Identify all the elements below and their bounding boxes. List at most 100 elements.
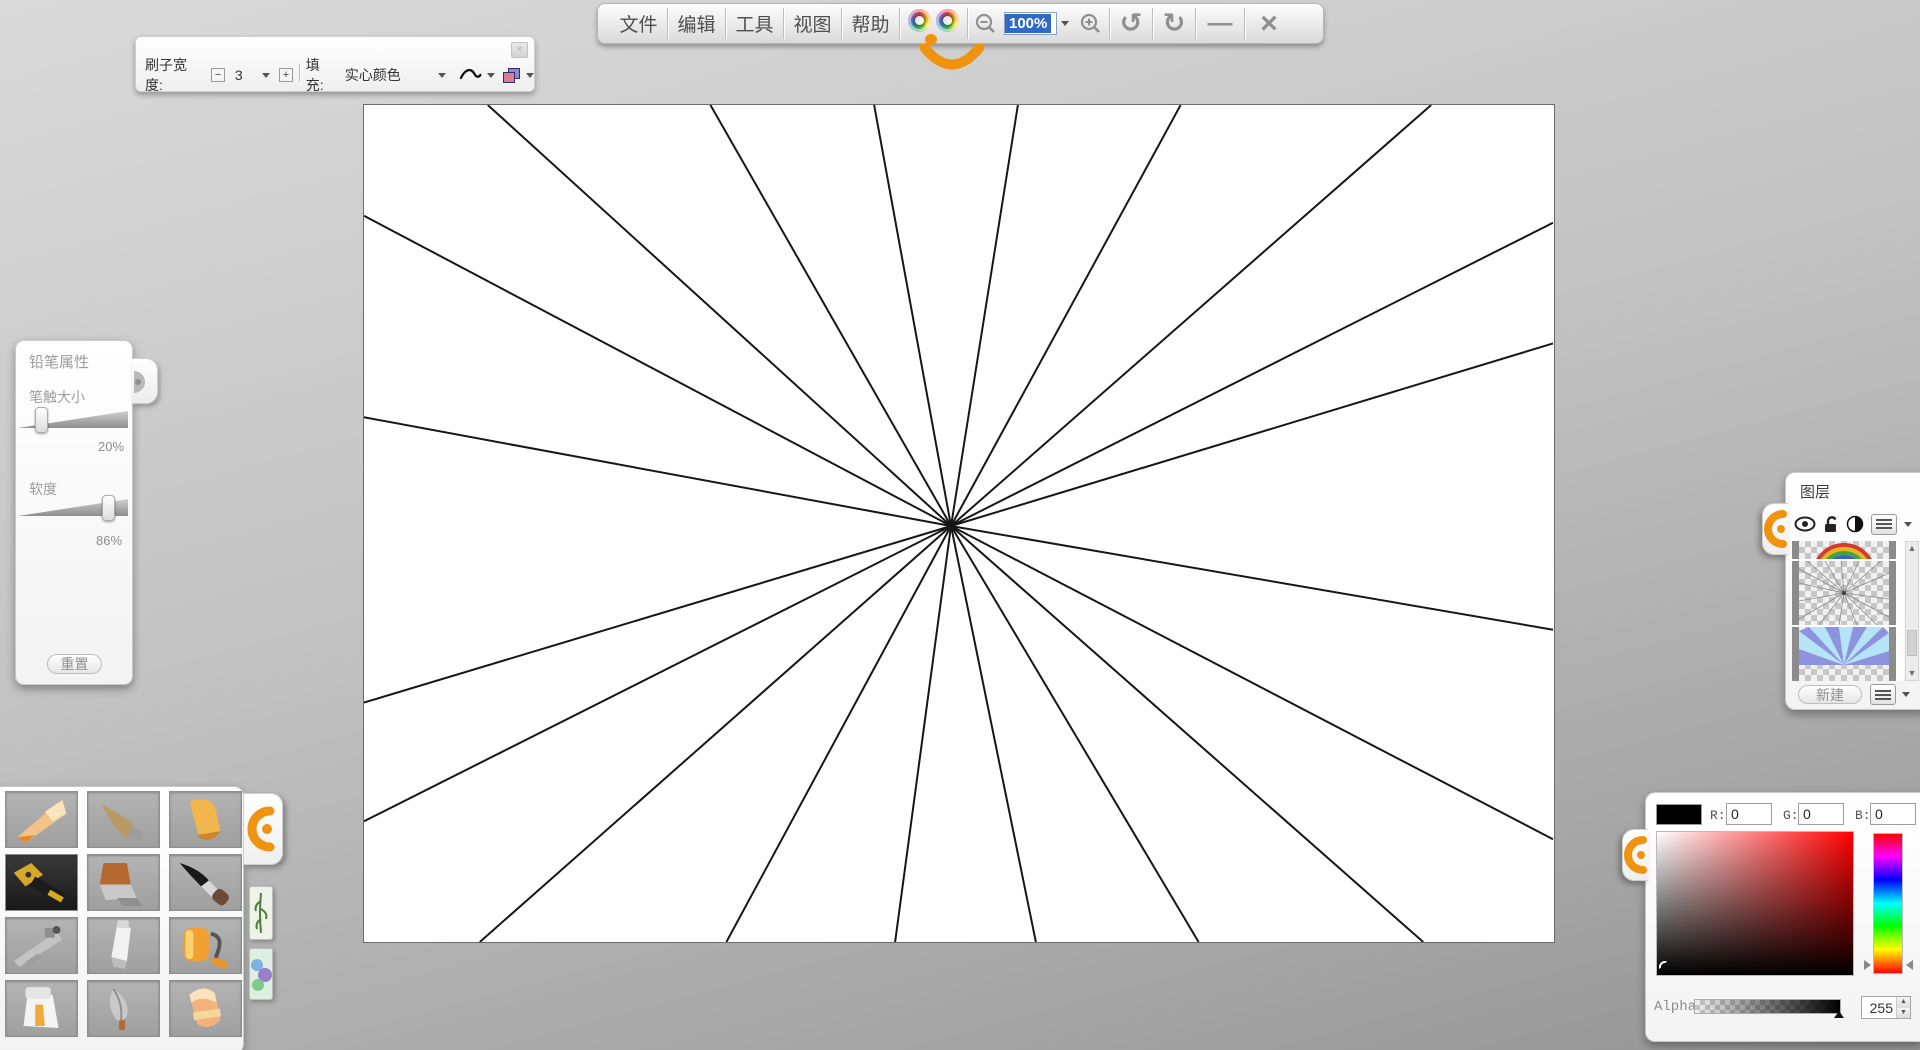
pastel-stick-icon — [101, 803, 144, 843]
stroke-color-dropdown-icon[interactable] — [526, 72, 534, 78]
minimize-button[interactable]: — — [1196, 11, 1244, 36]
menubar: 文件 编辑 工具 视图 帮助 100% ↺ ↻ — × — [597, 3, 1324, 45]
layer-item-line-art[interactable] — [1792, 560, 1896, 626]
zoom-out-button[interactable] — [968, 12, 1004, 36]
saturation-value-picker[interactable] — [1656, 831, 1854, 976]
brush-tile-pastel-stick[interactable] — [87, 791, 160, 848]
divider — [899, 8, 900, 39]
spin-down-icon[interactable]: ▼ — [1897, 1007, 1910, 1018]
alpha-marker-icon[interactable] — [1834, 1011, 1844, 1018]
current-color-swatch — [1656, 804, 1702, 825]
crayon-icon — [189, 798, 221, 840]
scroll-up-icon[interactable]: ▲ — [1906, 542, 1918, 555]
brush-tile-paint-jar[interactable] — [5, 980, 78, 1037]
drawing-canvas[interactable] — [363, 104, 1555, 943]
palette-collapse-tab[interactable] — [243, 793, 283, 865]
red-label: R: — [1710, 808, 1726, 823]
layer-list-scrollbar[interactable]: ▲ ▼ — [1905, 541, 1919, 681]
zoom-dropdown-button[interactable] — [1057, 21, 1073, 26]
layer-item-rainbow[interactable] — [1792, 541, 1896, 607]
zoom-level-input[interactable]: 100% — [1004, 12, 1057, 35]
menu-view[interactable]: 视图 — [784, 10, 841, 37]
undo-icon: ↺ — [1119, 8, 1143, 38]
new-layer-button[interactable]: 新建 — [1798, 685, 1862, 704]
undo-button[interactable]: ↺ — [1110, 8, 1152, 39]
layer-options-button[interactable] — [1870, 684, 1896, 705]
hue-marker-left-icon[interactable] — [1864, 960, 1871, 970]
brush-tile-pencil[interactable] — [5, 791, 78, 848]
palette-preset-picture-button[interactable] — [249, 948, 273, 1000]
redo-button[interactable]: ↻ — [1153, 8, 1195, 39]
red-input[interactable] — [1726, 803, 1772, 825]
hue-marker-right-icon[interactable] — [1906, 960, 1913, 970]
minimize-icon: — — [1207, 9, 1233, 37]
layer-menu-button[interactable] — [1871, 513, 1897, 535]
stroke-size-slider-handle[interactable] — [35, 407, 48, 433]
brush-width-decrease-button[interactable]: − — [211, 68, 225, 82]
brush-tile-airbrush[interactable] — [5, 917, 78, 974]
orange-handle-icon — [1624, 836, 1647, 874]
eraser-icon — [189, 988, 221, 1028]
layer-item-blue-rays[interactable] — [1792, 627, 1896, 681]
brush-tile-crayon[interactable] — [169, 791, 242, 848]
brush-tile-ink-brush[interactable] — [169, 854, 242, 911]
fill-label: 填充: — [305, 57, 324, 93]
layers-panel: 图层 ▲ ▼ 新建 — [1762, 472, 1920, 710]
flat-brush-icon — [99, 863, 143, 906]
alpha-slider[interactable] — [1694, 999, 1841, 1014]
layer-menu-dropdown-icon[interactable] — [1904, 521, 1912, 527]
brush-width-dropdown-icon[interactable] — [262, 72, 271, 78]
scrollbar-thumb[interactable] — [1907, 630, 1917, 656]
color-collapse-tab[interactable] — [1622, 829, 1648, 881]
blue-label: B: — [1855, 808, 1871, 823]
airbrush-icon — [13, 926, 63, 967]
hue-slider[interactable] — [1873, 833, 1903, 974]
blue-input[interactable] — [1870, 803, 1916, 825]
layer-options-dropdown-icon[interactable] — [1902, 692, 1910, 697]
fill-dropdown-icon[interactable] — [438, 72, 447, 78]
stroke-style-dropdown-icon[interactable] — [487, 72, 496, 78]
panel-title: 图层 — [1800, 484, 1831, 501]
alpha-label: Alpha — [1654, 999, 1697, 1015]
close-button[interactable]: × — [1245, 8, 1293, 39]
panel-collapse-tab[interactable] — [132, 358, 158, 404]
rainbow-layer-thumbnail — [1812, 543, 1876, 607]
brush-tile-fountain-pen[interactable] — [5, 854, 78, 911]
zoom-level-value: 100% — [1005, 14, 1052, 33]
layers-collapse-tab[interactable] — [1762, 503, 1788, 555]
layer-lock-icon[interactable] — [1823, 514, 1839, 534]
spin-up-icon[interactable]: ▲ — [1897, 997, 1910, 1008]
menu-edit[interactable]: 编辑 — [668, 10, 725, 37]
alpha-spinner[interactable]: 255 ▲ ▼ — [1861, 996, 1911, 1019]
layer-blend-icon[interactable] — [1846, 515, 1864, 533]
color-picker-marker — [1659, 961, 1668, 970]
layer-visibility-eye-icon[interactable] — [1794, 516, 1816, 532]
brush-tile-flat-brush[interactable] — [87, 854, 160, 911]
menu-help[interactable]: 帮助 — [842, 10, 899, 37]
pencil-icon — [17, 800, 67, 843]
orange-handle-icon — [247, 806, 275, 852]
stroke-color-swatch[interactable] — [503, 67, 520, 83]
fill-select[interactable]: 实心颜色 — [345, 65, 438, 85]
brush-width-increase-button[interactable]: + — [279, 68, 293, 82]
stroke-style-icon[interactable] — [458, 66, 483, 84]
palette-preset-plant-button[interactable] — [249, 886, 273, 940]
palette-knife-icon — [111, 920, 131, 969]
softness-slider-handle[interactable] — [102, 495, 115, 521]
menu-tools[interactable]: 工具 — [726, 10, 783, 37]
brush-tile-spear-point[interactable] — [87, 980, 160, 1037]
brush-width-label: 刷子宽度: — [145, 57, 187, 93]
menu-file[interactable]: 文件 — [610, 10, 667, 37]
reset-button[interactable]: 重置 — [47, 654, 102, 674]
scroll-down-icon[interactable]: ▼ — [1906, 667, 1918, 680]
blue-rays-layer-thumbnail — [1799, 627, 1889, 665]
toolbar-close-button[interactable]: × — [511, 42, 528, 58]
brush-tile-paint-roller[interactable] — [169, 917, 242, 974]
softness-value: 86% — [96, 533, 123, 548]
brush-tile-eraser[interactable] — [169, 980, 242, 1037]
zoom-in-button[interactable] — [1073, 12, 1109, 36]
green-input[interactable] — [1798, 803, 1844, 825]
brush-tile-palette-knife[interactable] — [87, 917, 160, 974]
brush-options-toolbar: × 刷子宽度: − 3 + 填充: 实心颜色 — [135, 36, 535, 93]
brush-width-value[interactable]: 3 — [235, 67, 262, 83]
